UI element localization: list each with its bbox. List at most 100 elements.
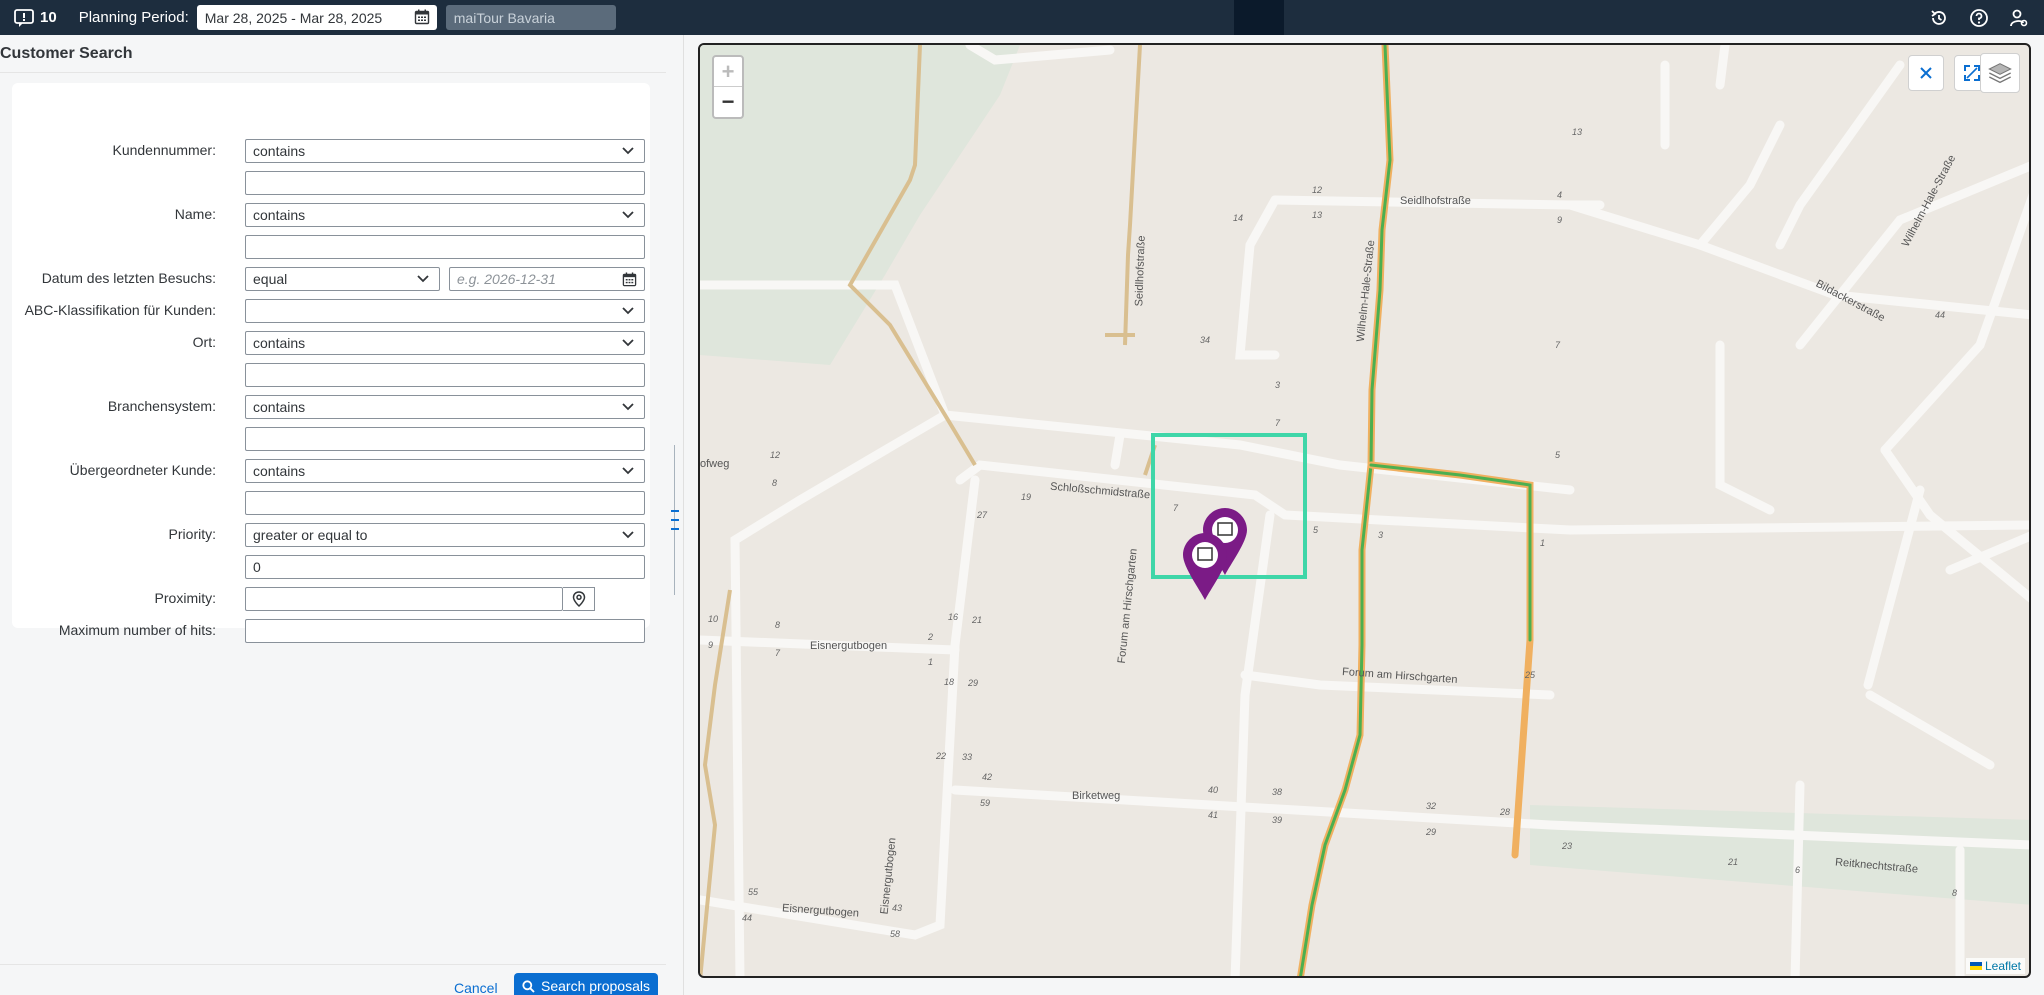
datum-placeholder: e.g. 2026-12-31 [457,271,556,287]
house-number: 7 [1555,340,1561,350]
chevron-down-icon [417,275,429,283]
house-number: 5 [1555,450,1561,460]
house-number: 1 [1540,538,1546,548]
search-proposals-button[interactable]: Search proposals [514,973,658,995]
abc-label: ABC-Klassifikation für Kunden: [24,302,216,318]
top-bar: 10 Planning Period: Mar 28, 2025 - Mar 2… [0,0,2044,35]
branche-label: Branchensystem: [107,398,216,414]
kundennummer-operator-select[interactable]: contains [245,139,645,163]
close-selection-button[interactable] [1908,55,1944,91]
abc-select[interactable] [245,299,645,323]
ort-operator-select[interactable]: contains [245,331,645,355]
proximity-input[interactable] [245,587,563,611]
history-icon [1931,10,1946,25]
maxhits-label: Maximum number of hits: [58,622,216,638]
branche-operator-value: contains [253,399,306,415]
chevron-down-icon [622,467,634,475]
house-number: 55 [748,887,759,897]
cancel-button[interactable]: Cancel [446,975,506,995]
house-number: 3 [1378,530,1384,540]
datum-operator-select[interactable]: equal [245,267,440,291]
house-number: 21 [972,615,983,625]
planning-period-value: Mar 28, 2025 - Mar 28, 2025 [204,9,383,26]
street-label: Birketweg [1072,790,1121,802]
house-number: 4 [1557,190,1563,200]
tour-select[interactable]: maiTour Bavaria [445,5,616,30]
footer-divider [0,964,666,965]
name-input[interactable] [245,235,645,259]
house-number: 59 [980,798,991,808]
map-canvas [700,45,2029,976]
datum-operator-value: equal [253,271,288,287]
house-number: 21 [1728,857,1739,867]
house-number: 13 [1312,210,1323,220]
priority-input[interactable]: 0 [245,555,645,579]
house-number: 23 [1562,841,1573,851]
house-number: 41 [1208,810,1219,820]
house-number: 6 [1795,865,1801,875]
search-icon [522,979,535,993]
zoom-in-button[interactable]: + [714,57,742,87]
datum-date-input[interactable]: e.g. 2026-12-31 [449,267,645,291]
uebergeordnet-operator-value: contains [253,463,306,479]
house-number: 9 [1557,215,1563,225]
priority-value: 0 [253,559,261,575]
panel-splitter[interactable] [666,35,684,995]
planning-period-input[interactable]: Mar 28, 2025 - Mar 28, 2025 [196,5,437,30]
street-label: Seidlhofstraße [1400,195,1471,207]
attribution-link[interactable]: Leaflet [1985,959,2021,973]
house-number: 27 [977,510,988,520]
priority-operator-select[interactable]: greater or equal to [245,523,645,547]
uebergeordnet-input[interactable] [245,491,645,515]
search-proposals-label: Search proposals [541,978,650,994]
splitter-grip-icon[interactable] [669,510,681,530]
house-number: 32 [1426,801,1437,811]
ort-operator-value: contains [253,335,306,351]
zoom-out-button[interactable]: − [714,87,742,117]
map-view[interactable]: Seidlhofstraße Seidlhofstraße Wilhelm-Ha… [698,43,2031,978]
house-number: 8 [1952,888,1958,898]
priority-operator-value: greater or equal to [253,527,368,543]
house-number: 8 [772,478,778,488]
calendar-icon[interactable] [622,272,637,287]
datum-label: Datum des letzten Besuchs: [41,270,216,286]
house-number: 7 [1275,418,1281,428]
layers-button[interactable] [1980,53,2020,93]
user-settings-button[interactable] [2006,5,2032,31]
house-number: 38 [1272,787,1283,797]
maxhits-input[interactable] [245,619,645,643]
kundennummer-input[interactable] [245,171,645,195]
house-number: 40 [1208,785,1219,795]
history-button[interactable] [1926,5,1952,31]
ort-input[interactable] [245,363,645,387]
house-number: 3 [1275,380,1281,390]
calendar-icon[interactable] [414,9,430,25]
divider [0,72,666,73]
help-button[interactable] [1966,5,1992,31]
house-number: 12 [1312,185,1323,195]
ort-label: Ort: [192,334,216,350]
location-pin-icon [572,591,585,607]
house-number: 2 [928,632,934,642]
kundennummer-operator-value: contains [253,143,306,159]
street-label: Seidlhofstraße [1133,235,1148,307]
uebergeordnet-operator-select[interactable]: contains [245,459,645,483]
map-attribution[interactable]: Leaflet [1965,958,2025,974]
branche-input[interactable] [245,427,645,451]
tour-value: maiTour Bavaria [453,9,555,26]
branche-operator-select[interactable]: contains [245,395,645,419]
house-number: 44 [1935,310,1946,320]
close-icon [1920,67,1932,79]
house-number: 43 [892,903,903,913]
house-number: 13 [1572,127,1583,137]
house-number: 34 [1200,335,1211,345]
notifications-button[interactable]: 10 [14,8,57,27]
house-number: 8 [775,620,781,630]
flag-icon [1969,962,1982,970]
house-number: 28 [1500,807,1511,817]
chevron-down-icon [622,307,634,315]
proximity-location-button[interactable] [563,587,595,611]
house-number: 44 [742,913,753,923]
proximity-label: Proximity: [154,590,216,606]
name-operator-select[interactable]: contains [245,203,645,227]
